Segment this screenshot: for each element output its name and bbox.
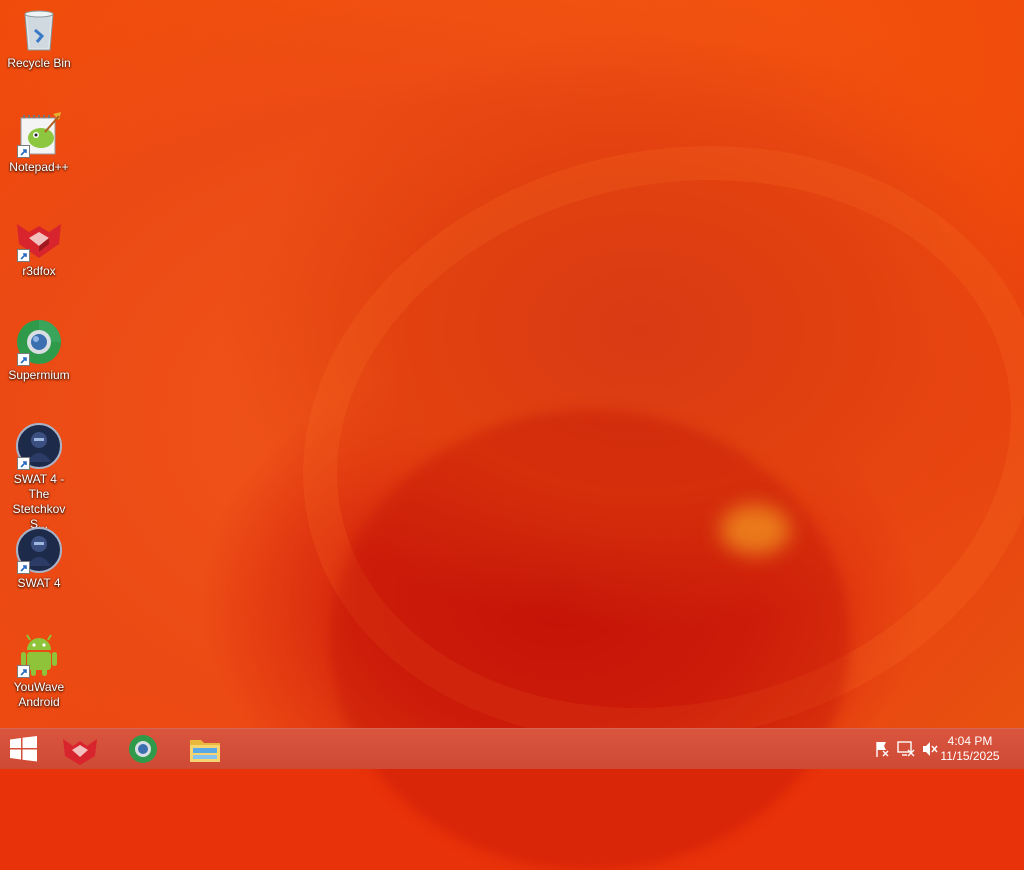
- desktop-wallpaper: [0, 0, 1024, 870]
- desktop-icon-swat4[interactable]: SWAT 4: [0, 522, 78, 591]
- notepadpp-icon: [15, 110, 63, 158]
- taskbar-button-r3dfox[interactable]: [50, 729, 110, 769]
- start-button[interactable]: [0, 729, 48, 769]
- r3dfox-icon: [15, 214, 63, 262]
- swat4-icon: [15, 526, 63, 574]
- desktop-icon-youwave-android[interactable]: YouWave Android: [0, 626, 78, 710]
- taskbar-button-file-explorer[interactable]: [175, 729, 235, 769]
- windows-start-icon: [10, 736, 37, 762]
- recycle-bin-icon: [15, 6, 63, 54]
- clock-time: 4:04 PM: [947, 734, 993, 748]
- action-center-flag-icon[interactable]: [872, 729, 892, 769]
- supermium-icon: [15, 318, 63, 366]
- desktop-icon-r3dfox[interactable]: r3dfox: [0, 210, 78, 279]
- desktop-icon-supermium[interactable]: Supermium: [0, 314, 78, 383]
- clock-date: 11/15/2025: [940, 749, 1000, 763]
- shortcut-arrow-icon: [17, 665, 30, 678]
- shortcut-arrow-icon: [17, 249, 30, 262]
- shortcut-arrow-icon: [17, 145, 30, 158]
- taskbar: 4:04 PM 11/15/2025: [0, 728, 1024, 769]
- desktop-icon-label: Supermium: [8, 368, 70, 382]
- android-icon: [15, 630, 63, 678]
- shortcut-arrow-icon: [17, 457, 30, 470]
- desktop-icon-label: YouWave Android: [13, 680, 65, 709]
- wallpaper-swirl: [247, 78, 1024, 810]
- wallpaper-glow: [720, 505, 790, 555]
- network-icon[interactable]: [895, 729, 917, 769]
- taskbar-clock[interactable]: 4:04 PM 11/15/2025: [930, 734, 1010, 764]
- supermium-icon: [129, 735, 157, 763]
- shortcut-arrow-icon: [17, 561, 30, 574]
- file-explorer-icon: [190, 740, 220, 762]
- swat4-icon: [15, 422, 63, 470]
- shortcut-arrow-icon: [17, 353, 30, 366]
- desktop-icon-label: Notepad++: [9, 160, 69, 174]
- desktop-icon-label: Recycle Bin: [7, 56, 71, 70]
- desktop-icon-label: SWAT 4: [17, 576, 61, 590]
- desktop-icon-label: r3dfox: [22, 264, 56, 278]
- desktop-icon-notepadpp[interactable]: Notepad++: [0, 106, 78, 175]
- r3dfox-icon: [63, 739, 97, 765]
- taskbar-button-supermium[interactable]: [113, 729, 173, 769]
- wallpaper-shadow: [330, 410, 850, 870]
- desktop-icon-recycle-bin[interactable]: Recycle Bin: [0, 2, 78, 71]
- desktop-icon-swat4-stetchkov[interactable]: SWAT 4 - The Stetchkov S...: [0, 418, 78, 532]
